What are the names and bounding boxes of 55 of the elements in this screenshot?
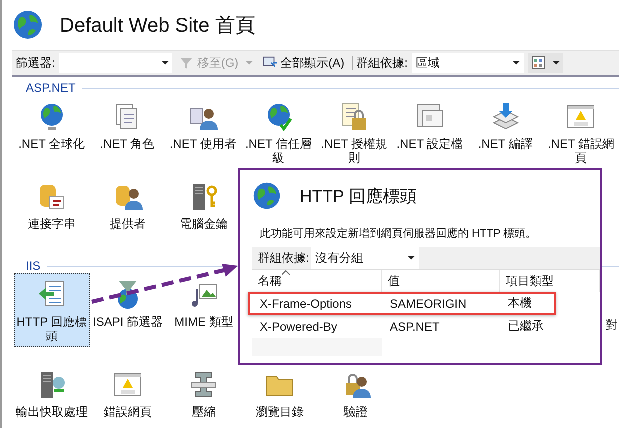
funnel-icon — [179, 56, 194, 70]
table-cell-text: 已繼承 — [507, 318, 545, 335]
group-by-label: 群組依據: — [356, 54, 408, 72]
column-header[interactable]: 值 — [382, 270, 500, 292]
table-cell-text: SAMEORIGIN — [389, 296, 468, 310]
feature-item[interactable]: 提供者 — [90, 175, 166, 249]
group-by-dropdown[interactable]: 區域 — [412, 53, 524, 73]
table-cell-text: ASP.NET — [389, 320, 441, 334]
feature-item[interactable]: 輸出快取處理 — [14, 367, 90, 428]
feature-item[interactable]: 壓縮 — [166, 367, 242, 428]
feature-item[interactable]: .NET 全球化 — [14, 95, 90, 169]
feature-item[interactable]: 驗證 — [318, 367, 394, 428]
feature-item[interactable]: ISAPI 篩選器 — [90, 273, 166, 347]
table-row[interactable]: X-Powered-By ASP.NET 已繼承 — [248, 315, 556, 338]
feature-item[interactable]: .NET 角色 — [90, 95, 166, 169]
group-heading: ASP.NET — [26, 81, 76, 95]
grid-icon — [531, 56, 546, 70]
filter-label: 篩選器: — [16, 54, 56, 72]
globe-icon — [12, 9, 44, 41]
feature-item[interactable]: .NET 授權規則 — [316, 95, 392, 169]
view-button[interactable] — [528, 53, 564, 73]
caret-icon — [162, 61, 170, 65]
feature-item[interactable]: HTTP 回應標頭 — [14, 273, 90, 347]
caret-icon — [513, 61, 520, 65]
feature-item[interactable]: 連接字串 — [14, 175, 90, 249]
column-header[interactable]: 項目類型 — [500, 270, 600, 292]
window-icon — [262, 56, 278, 70]
column-header[interactable]: 名稱 — [252, 270, 382, 292]
caret-icon — [408, 256, 416, 260]
table-row[interactable]: X-Frame-Options SAMEORIGIN 本機 — [248, 292, 556, 315]
feature-item[interactable]: .NET 信任層級 — [240, 95, 316, 169]
caret-icon — [553, 61, 560, 65]
item-label: 對 — [606, 317, 618, 334]
group-heading: IIS — [26, 259, 41, 273]
panel-title: HTTP 回應標頭 — [300, 186, 417, 208]
table-cell-text: X-Frame-Options — [259, 296, 354, 310]
table-cell-text: 本機 — [507, 295, 533, 312]
group-by-label: 群組依據: — [258, 250, 310, 266]
description: 此功能可用來設定新增到網頁伺服器回應的 HTTP 標頭。 — [259, 226, 538, 241]
feature-item[interactable]: 電腦金鑰 — [166, 175, 242, 249]
feature-item[interactable]: 錯誤網頁 — [90, 367, 166, 428]
caret-icon — [246, 61, 253, 65]
feature-item[interactable]: MIME 類型 — [166, 273, 242, 347]
group-by-dropdown[interactable]: 沒有分組 — [311, 247, 420, 269]
feature-item[interactable]: .NET 編譯 — [468, 95, 544, 169]
table-cell-text: X-Powered-By — [259, 320, 338, 334]
feature-item[interactable]: .NET 設定檔 — [392, 95, 468, 169]
filter-field[interactable] — [59, 53, 172, 73]
show-all-button[interactable]: 全部顯示(A) — [260, 54, 348, 72]
globe-icon — [252, 181, 282, 211]
sort-icon — [282, 270, 290, 275]
feature-item[interactable]: .NET 使用者 — [165, 95, 241, 169]
feature-item[interactable]: 瀏覽目錄 — [242, 367, 318, 428]
page-title: Default Web Site 首頁 — [60, 14, 256, 38]
feature-item[interactable]: .NET 錯誤網頁 — [543, 95, 619, 169]
